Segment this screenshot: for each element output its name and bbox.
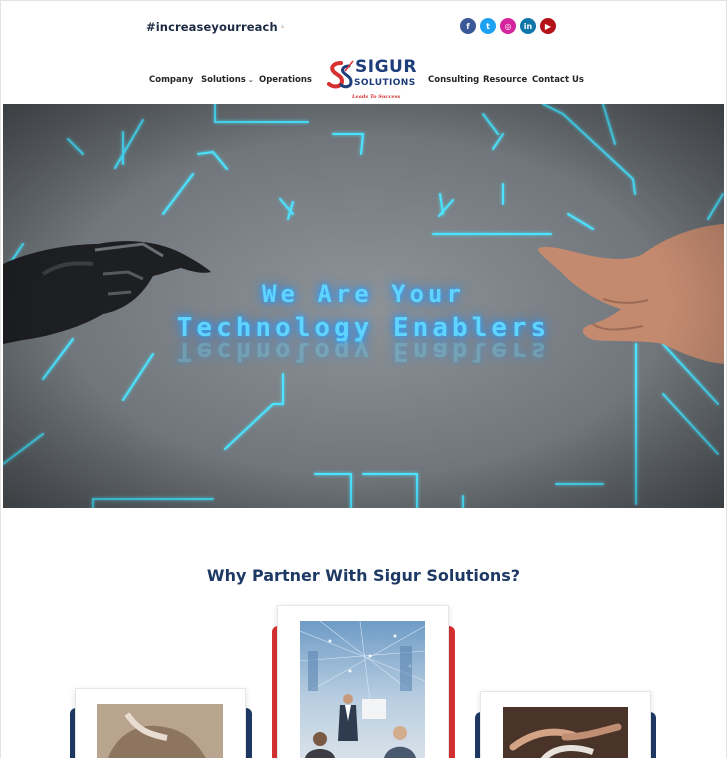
nav-contact[interactable]: Contact Us [532, 75, 584, 85]
nav-solutions-label: Solutions [201, 75, 246, 85]
hero-heading-line1: We Are Your [262, 280, 465, 308]
logo-tagline: Leads To Success [352, 94, 401, 100]
hashtag-text: #increaseyourreach [146, 20, 278, 34]
nav-resource[interactable]: Resource [483, 75, 527, 85]
card-photo-center [300, 621, 425, 758]
hero-heading-reflection: Technology Enablers [176, 336, 551, 366]
presentation-photo [300, 621, 425, 758]
nav-company-label: Company [149, 75, 194, 85]
social-links: f t ◎ in ▶ [460, 18, 556, 34]
nav-contact-label: Contact Us [532, 75, 584, 85]
hero-banner: We Are Your Technology Enablers Technolo… [3, 104, 724, 508]
teamwork-hands-photo [503, 707, 628, 758]
nav-operations-label: Operations [259, 75, 312, 85]
nav-consulting-label: Consulting [428, 75, 480, 85]
section-title: Why Partner With Sigur Solutions? [206, 566, 521, 585]
youtube-icon[interactable]: ▶ [540, 18, 556, 34]
linkedin-icon[interactable]: in [520, 18, 536, 34]
nav-solutions[interactable]: Solutions ⌄ [201, 75, 254, 85]
logo-word-solutions: SOLUTIONS [354, 78, 416, 88]
facebook-icon[interactable]: f [460, 18, 476, 34]
card-photo-left [97, 704, 223, 758]
chevron-down-icon: ⌄ [247, 76, 254, 84]
twitter-icon[interactable]: t [480, 18, 496, 34]
nav-resource-label: Resource [483, 75, 528, 85]
instagram-icon[interactable]: ◎ [500, 18, 516, 34]
hashtag-banner[interactable]: #increaseyourreach [146, 13, 284, 41]
logo-word-sigur: SIGUR [355, 57, 417, 77]
rocket-icon [281, 24, 284, 29]
nav-company[interactable]: Company [149, 75, 193, 85]
nav-consulting[interactable]: Consulting [428, 75, 479, 85]
nav-operations[interactable]: Operations [259, 75, 312, 85]
card-photo-right [503, 707, 628, 758]
handshake-photo [97, 704, 223, 758]
